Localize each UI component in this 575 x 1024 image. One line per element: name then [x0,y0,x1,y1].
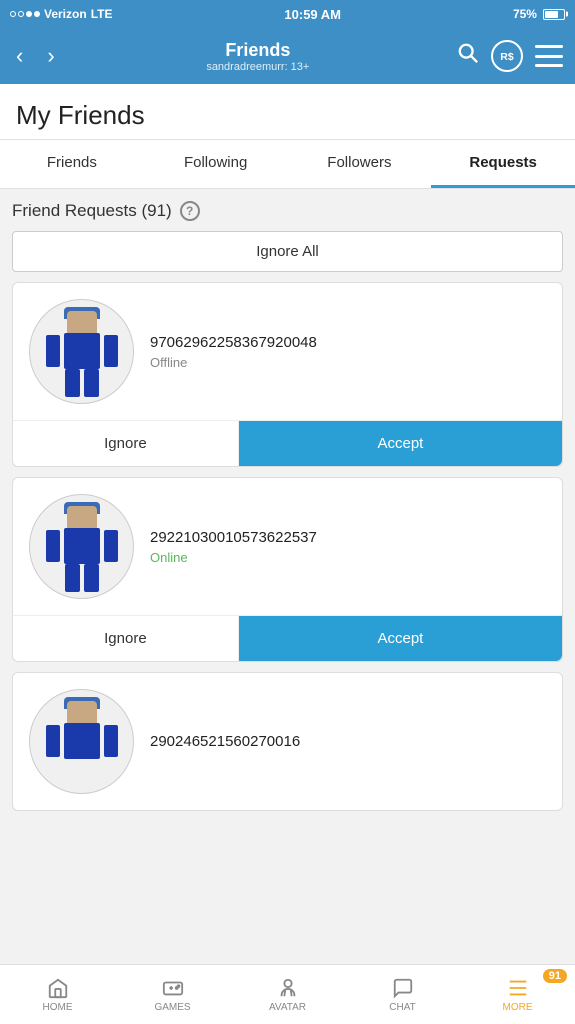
tab-following[interactable]: Following [144,140,288,188]
status-time: 10:59 AM [284,7,341,22]
status-bar: Verizon LTE 10:59 AM 75% [0,0,575,28]
header: ‹ › Friends sandradreemurr: 13+ R$ [0,28,575,84]
dot1 [10,11,16,17]
request-card: 97062962258367920048 Offline Ignore Acce… [12,282,563,467]
section-header: Friend Requests (91) ? [12,201,563,221]
nav-avatar[interactable]: AVATAR [230,965,345,1024]
avatar-2 [29,494,134,599]
dot4 [34,11,40,17]
request-card-3-partial: 290246521560270016 [12,672,563,811]
ignore-all-button[interactable]: Ignore All [12,231,563,272]
tab-requests[interactable]: Requests [431,140,575,188]
battery-fill [545,11,559,18]
nav-more[interactable]: MORE 91 [460,965,575,1024]
menu-line3 [535,64,563,67]
battery-icon [543,9,565,20]
nav-games-label: GAMES [154,1002,190,1013]
forward-button[interactable]: › [43,43,58,69]
header-nav: ‹ › [12,43,59,69]
request-status-1: Offline [150,355,546,370]
ignore-button-1[interactable]: Ignore [13,421,239,466]
nav-chat-label: CHAT [389,1002,415,1013]
nav-more-label: MORE [503,1002,533,1013]
dot3 [26,11,32,17]
page-header-title: Friends [206,40,309,61]
nav-games[interactable]: GAMES [115,965,230,1024]
request-status-2: Online [150,550,546,565]
request-info-1: 97062962258367920048 Offline [13,283,562,420]
nav-more-badge: 91 [543,969,567,983]
nav-chat[interactable]: CHAT [345,965,460,1024]
status-left: Verizon LTE [10,7,112,21]
friend-requests-heading: Friend Requests (91) [12,201,172,221]
tab-friends[interactable]: Friends [0,140,144,188]
carrier: Verizon [44,7,87,21]
more-icon [507,977,529,999]
roblox-figure-1 [42,307,122,397]
tabs: Friends Following Followers Requests [0,140,575,189]
request-details-1: 97062962258367920048 Offline [150,334,546,370]
back-button[interactable]: ‹ [12,43,27,69]
roblox-figure-3 [42,697,122,787]
dot2 [18,11,24,17]
ignore-button-2[interactable]: Ignore [13,616,239,661]
menu-icon[interactable] [535,45,563,67]
svg-text:R$: R$ [500,51,514,63]
request-info-2: 29221030010573622537 Online [13,478,562,615]
accept-button-1[interactable]: Accept [239,421,562,466]
accept-button-2[interactable]: Accept [239,616,562,661]
avatar-3 [29,689,134,794]
tab-followers[interactable]: Followers [288,140,432,188]
bottom-nav: HOME GAMES AVATAR CHAT MORE 91 [0,964,575,1024]
page-title: My Friends [0,84,575,140]
status-right: 75% [513,7,565,21]
avatar-1 [29,299,134,404]
roblox-figure-2 [42,502,122,592]
nav-avatar-label: AVATAR [269,1002,306,1013]
nav-home-label: HOME [43,1002,73,1013]
chat-icon [392,977,414,999]
page-header-subtitle: sandradreemurr: 13+ [206,61,309,73]
content: Friend Requests (91) ? Ignore All 970629… [0,189,575,903]
menu-line2 [535,55,563,58]
info-icon[interactable]: ? [180,201,200,221]
header-icons: R$ [457,40,563,72]
header-title: Friends sandradreemurr: 13+ [206,40,309,73]
request-username-2: 29221030010573622537 [150,529,546,546]
battery-percent: 75% [513,7,537,21]
network: LTE [91,7,113,21]
nav-home[interactable]: HOME [0,965,115,1024]
request-card-2: 29221030010573622537 Online Ignore Accep… [12,477,563,662]
robux-icon[interactable]: R$ [491,40,523,72]
request-details-3: 290246521560270016 [150,733,546,750]
avatar-icon [277,977,299,999]
games-icon [162,977,184,999]
request-actions-1: Ignore Accept [13,420,562,466]
request-details-2: 29221030010573622537 Online [150,529,546,565]
menu-line1 [535,45,563,48]
request-username-3: 290246521560270016 [150,733,546,750]
search-button[interactable] [457,42,479,70]
signal-dots [10,11,40,17]
home-icon [47,977,69,999]
request-username-1: 97062962258367920048 [150,334,546,351]
request-actions-2: Ignore Accept [13,615,562,661]
